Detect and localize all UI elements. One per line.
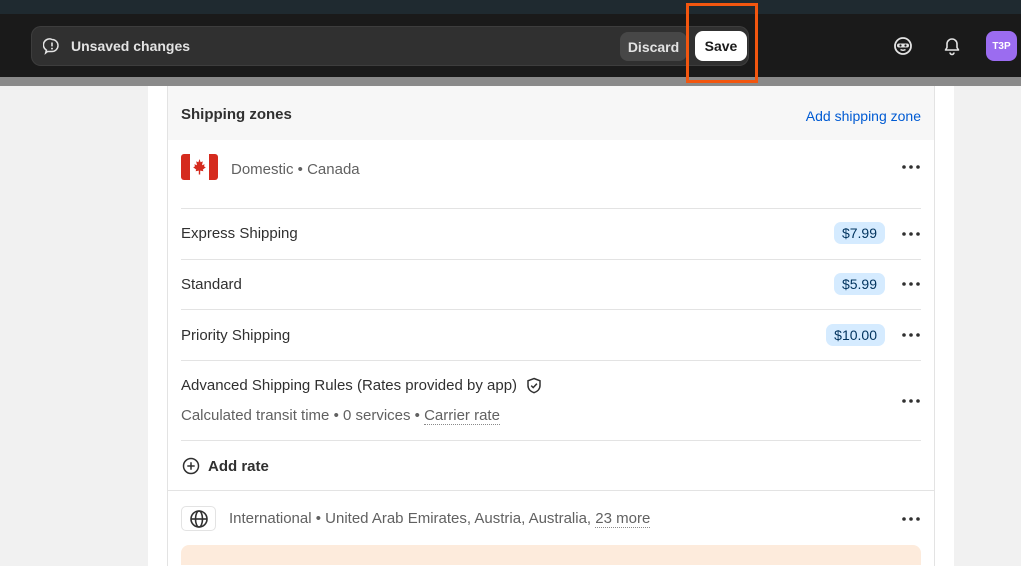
- more-countries-link[interactable]: 23 more: [595, 510, 651, 528]
- zone-international: International • United Arab Emirates, Au…: [181, 506, 921, 531]
- rate-price-badge: $7.99: [833, 222, 885, 244]
- add-rate-button[interactable]: Add rate: [181, 456, 269, 476]
- more-actions-icon[interactable]: [901, 328, 921, 342]
- advanced-rules-detail-text: Calculated transit time • 0 services •: [181, 407, 425, 424]
- carrier-rate-link[interactable]: Carrier rate: [424, 407, 500, 425]
- card-header: Shipping zones Add shipping zone: [168, 86, 934, 140]
- zone-name: International • United Arab Emirates, Au…: [229, 510, 651, 528]
- more-actions-icon[interactable]: [901, 512, 921, 526]
- verified-shield-icon: [526, 377, 542, 394]
- more-actions-icon[interactable]: [901, 277, 921, 291]
- canada-flag-icon: [181, 154, 218, 185]
- bell-icon[interactable]: [939, 33, 965, 59]
- warning-banner: [181, 545, 921, 565]
- rate-price-badge: $10.00: [826, 324, 885, 346]
- divider: [181, 208, 921, 209]
- alert-icon: [42, 37, 61, 55]
- divider: [181, 259, 921, 260]
- zone-countries: International • United Arab Emirates, Au…: [229, 510, 596, 527]
- zone-name: Domestic • Canada: [231, 161, 360, 178]
- rate-price-badge: $5.99: [833, 273, 885, 295]
- save-button-highlight: [686, 3, 758, 83]
- rate-name: Advanced Shipping Rules (Rates provided …: [181, 377, 518, 394]
- rate-name: Standard: [181, 276, 242, 293]
- sidekick-icon[interactable]: [890, 33, 916, 59]
- rate-name: Express Shipping: [181, 225, 298, 242]
- zone-domestic: Domestic • Canada: [181, 154, 921, 185]
- zone-separator: [168, 490, 934, 491]
- unsaved-changes-label: Unsaved changes: [71, 38, 191, 54]
- advanced-rules-detail: Calculated transit time • 0 services • C…: [181, 407, 500, 425]
- shipping-zones-card: Shipping zones Add shipping zone Domesti…: [167, 86, 935, 566]
- more-actions-icon[interactable]: [901, 394, 921, 408]
- divider: [181, 360, 921, 361]
- advanced-rules-row: Advanced Shipping Rules (Rates provided …: [181, 377, 542, 394]
- globe-icon: [181, 506, 216, 531]
- avatar[interactable]: T3P: [986, 31, 1017, 61]
- window-top-strip: [0, 0, 1021, 14]
- topbar-shadow: [0, 77, 1021, 86]
- divider: [181, 440, 921, 441]
- more-actions-icon[interactable]: [901, 160, 921, 174]
- divider: [181, 309, 921, 310]
- add-rate-label: Add rate: [208, 457, 269, 475]
- add-shipping-zone-link[interactable]: Add shipping zone: [806, 108, 921, 124]
- card-title: Shipping zones: [181, 106, 292, 123]
- more-actions-icon[interactable]: [901, 227, 921, 241]
- rate-name: Priority Shipping: [181, 327, 291, 344]
- plus-circle-icon: [181, 456, 201, 476]
- discard-button[interactable]: Discard: [620, 32, 687, 61]
